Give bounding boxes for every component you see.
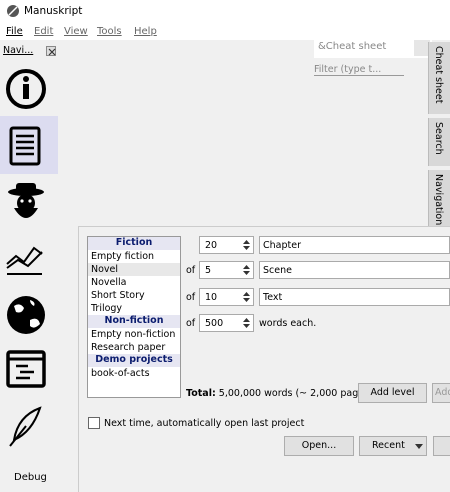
dock-close-button[interactable] [46, 46, 56, 56]
globe-icon [7, 296, 45, 334]
add-wordcount-button[interactable]: Add [432, 383, 450, 403]
nav-world-button[interactable] [0, 286, 58, 344]
menu-tools[interactable]: Tools [97, 26, 122, 37]
info-icon [6, 69, 46, 109]
menu-file[interactable]: File [6, 26, 23, 37]
quill-icon [9, 406, 42, 447]
menu-help-label: Help [134, 26, 157, 37]
template-item[interactable]: Empty non-fiction [91, 329, 175, 340]
plot-icon [6, 246, 43, 275]
autoopen-checkbox[interactable] [88, 417, 100, 429]
of-label: of [186, 265, 196, 276]
template-item[interactable]: Research paper [91, 342, 165, 353]
total-value: 5,00,000 words (~ 2,000 pages) [218, 388, 373, 399]
nav-quill-button[interactable] [0, 398, 58, 456]
debug-label: Debug [14, 472, 47, 483]
chevron-down-icon [415, 442, 423, 449]
menu-edit[interactable]: Edit [34, 26, 53, 37]
template-item[interactable]: Short Story [91, 290, 145, 301]
editor-icon [6, 350, 46, 388]
level-count-value: 10 [205, 292, 218, 303]
tab-search-label: Search [433, 122, 444, 155]
menu-edit-label: Edit [34, 26, 54, 37]
total-summary: Total: 5,00,000 words (~ 2,000 pages) [186, 388, 373, 399]
tab-navigation[interactable]: Navigation [428, 170, 450, 228]
level-count-value: 20 [205, 240, 218, 251]
nav-editor-button[interactable] [0, 342, 58, 400]
template-item-selected[interactable]: Novel [91, 264, 118, 275]
template-item[interactable]: Empty fiction [91, 251, 154, 262]
words-count-value: 500 [205, 318, 224, 329]
nav-characters-button[interactable] [0, 174, 58, 232]
nav-plots-button[interactable] [0, 230, 58, 288]
nav-outline-button[interactable] [0, 116, 58, 174]
window-title: Manuskript [24, 5, 83, 17]
menu-file-label: File [6, 26, 23, 37]
menu-view[interactable]: View [64, 26, 88, 37]
open-button[interactable]: Open... [284, 436, 354, 456]
level-count-value: 5 [205, 265, 212, 276]
navigation-dock-title: Navi... [3, 45, 34, 56]
nav-info-button[interactable] [0, 60, 58, 118]
template-header-demo: Demo projects [88, 354, 180, 367]
cheat-sheet-placeholder: &Cheat sheet [318, 41, 387, 52]
character-icon [8, 183, 44, 218]
tab-cheat-sheet[interactable]: Cheat sheet [428, 42, 450, 114]
total-label: Total: [186, 388, 216, 399]
menu-view-label: View [64, 26, 88, 37]
tab-navigation-label: Navigation [433, 174, 444, 226]
manuskript-logo-icon [6, 4, 20, 18]
template-item[interactable]: Trilogy [91, 303, 122, 314]
level-name-combo[interactable] [259, 288, 450, 306]
template-item[interactable]: book-of-acts [91, 368, 150, 379]
autoopen-label: Next time, automatically open last proje… [104, 418, 305, 429]
template-header-nonfiction: Non-fiction [88, 315, 180, 328]
level-name-value: Text [263, 292, 283, 303]
create-button[interactable] [433, 436, 450, 456]
of-label: of [186, 318, 196, 329]
tab-cheat-sheet-label: Cheat sheet [433, 46, 444, 104]
spinbox-arrows-icon[interactable] [239, 236, 254, 254]
spinbox-arrows-icon[interactable] [239, 314, 254, 332]
level-name-value: Scene [263, 265, 292, 276]
add-level-button[interactable]: Add level [358, 383, 427, 403]
close-icon [48, 48, 56, 56]
menu-tools-label: Tools [97, 26, 122, 37]
template-item[interactable]: Novella [91, 277, 127, 288]
spinbox-arrows-icon[interactable] [239, 261, 254, 279]
of-label: of [186, 292, 196, 303]
menu-help[interactable]: Help [134, 26, 157, 37]
spinbox-arrows-icon[interactable] [239, 288, 254, 306]
template-header-fiction: Fiction [88, 237, 180, 250]
outline-icon [9, 126, 41, 166]
level-name-value: Chapter [263, 240, 301, 251]
words-each-label: words each. [259, 318, 317, 329]
filter-input[interactable]: Filter (type t... [314, 64, 404, 76]
tab-search[interactable]: Search [428, 118, 450, 166]
